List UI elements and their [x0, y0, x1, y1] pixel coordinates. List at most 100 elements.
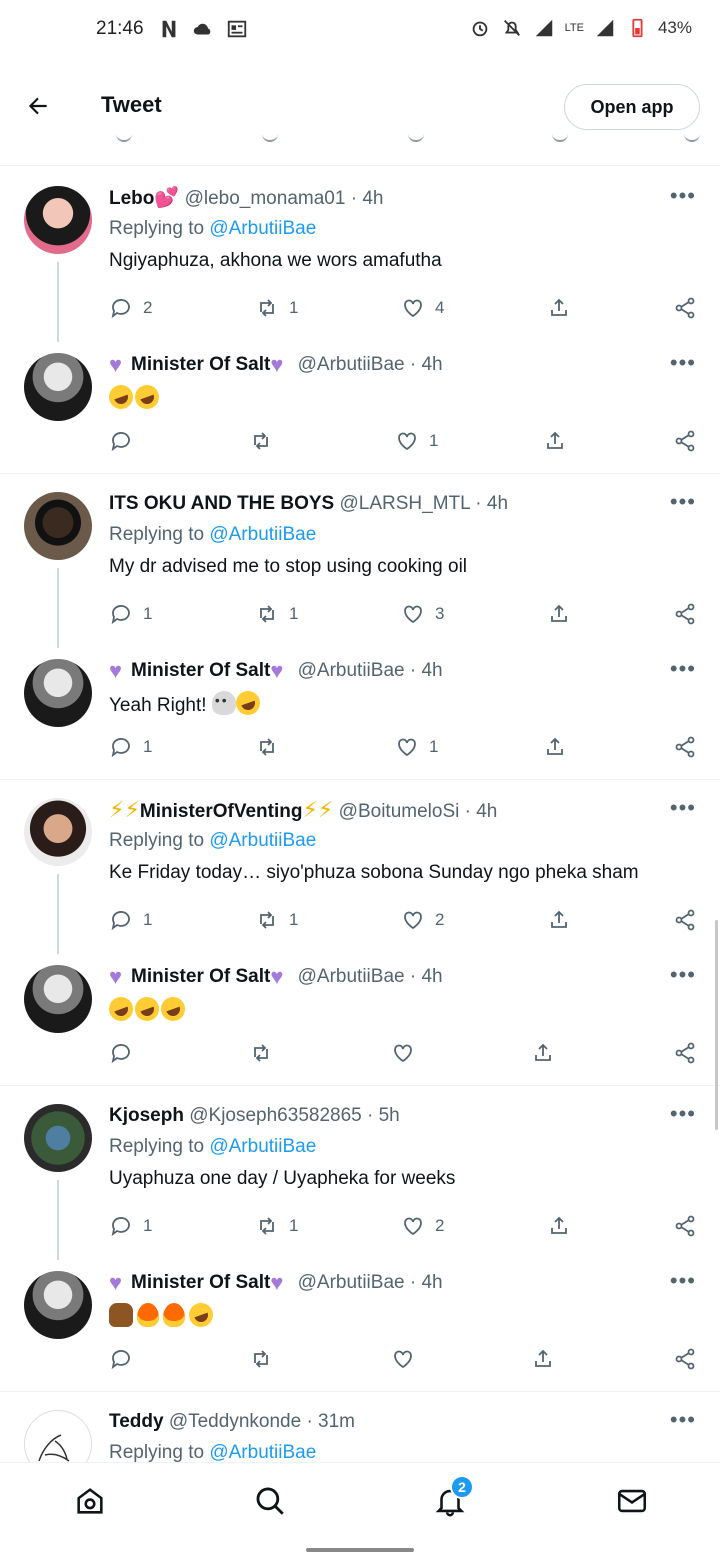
back-button[interactable]	[22, 90, 54, 122]
more-share-button[interactable]	[673, 1347, 697, 1371]
open-app-button[interactable]: Open app	[564, 84, 700, 130]
author-handle[interactable]: @ArbutiiBae	[298, 354, 405, 375]
reply-button[interactable]: 1	[109, 735, 152, 759]
more-share-button[interactable]	[673, 1041, 697, 1065]
author-handle[interactable]: @Kjoseph63582865	[189, 1105, 361, 1126]
author-name[interactable]: Minister Of Salt	[131, 1272, 270, 1293]
like-button[interactable]: 4	[401, 296, 444, 320]
more-options-button[interactable]: •••	[670, 964, 696, 986]
more-share-button[interactable]	[673, 1214, 697, 1238]
mention-link[interactable]: @ArbutiiBae	[209, 524, 316, 545]
author-reply[interactable]: ♥ Minister Of Salt♥ @ArbutiiBae · 4h ••• …	[0, 641, 720, 776]
like-button[interactable]: 1	[395, 735, 438, 759]
more-options-button[interactable]: •••	[670, 1103, 696, 1125]
author-name[interactable]: Kjoseph	[109, 1105, 184, 1126]
like-button[interactable]: 2	[401, 908, 444, 932]
reply-button[interactable]: 1	[109, 908, 152, 932]
tweet-time[interactable]: 5h	[379, 1105, 400, 1126]
tweet-time[interactable]: 4h	[421, 354, 442, 375]
author-reply[interactable]: ♥ Minister Of Salt♥ @ArbutiiBae · 4h •••	[0, 1253, 720, 1388]
tweet[interactable]: ITS OKU AND THE BOYS @LARSH_MTL · 4h •••…	[0, 474, 720, 648]
more-options-button[interactable]: •••	[670, 491, 696, 513]
retweet-button[interactable]: 1	[255, 296, 298, 320]
reply-button[interactable]: 1	[109, 602, 152, 626]
tweet-time[interactable]: 4h	[487, 493, 508, 514]
author-reply[interactable]: ♥ Minister Of Salt♥ @ArbutiiBae · 4h •••	[0, 947, 720, 1082]
share-button[interactable]	[547, 602, 571, 626]
share-button[interactable]	[547, 908, 571, 932]
mention-link[interactable]: @ArbutiiBae	[209, 1442, 316, 1462]
reply-button[interactable]	[109, 1347, 133, 1371]
tweet-time[interactable]: 4h	[421, 966, 442, 987]
author-name[interactable]: ITS OKU AND THE BOYS	[109, 493, 334, 514]
home-indicator[interactable]	[306, 1548, 414, 1552]
like-button[interactable]: 2	[401, 1214, 444, 1238]
author-handle[interactable]: @ArbutiiBae	[298, 966, 405, 987]
author-name[interactable]: Minister Of Salt	[131, 660, 270, 681]
avatar[interactable]	[24, 186, 92, 254]
avatar[interactable]	[24, 965, 92, 1033]
scrollbar[interactable]	[715, 920, 718, 1130]
author-name[interactable]: Minister Of Salt	[131, 966, 270, 987]
retweet-button[interactable]	[249, 429, 273, 453]
reply-button[interactable]	[109, 1041, 133, 1065]
retweet-button[interactable]	[249, 1347, 273, 1371]
author-handle[interactable]: @Teddynkonde	[169, 1411, 301, 1432]
share-button[interactable]	[547, 1214, 571, 1238]
tweet-time[interactable]: 4h	[476, 801, 497, 822]
avatar[interactable]	[24, 1410, 92, 1462]
more-share-button[interactable]	[673, 296, 697, 320]
more-options-button[interactable]: •••	[670, 1270, 696, 1292]
mention-link[interactable]: @ArbutiiBae	[209, 218, 316, 239]
avatar[interactable]	[24, 492, 92, 560]
like-button[interactable]: 3	[401, 602, 444, 626]
share-button[interactable]	[531, 1347, 555, 1371]
tweet-time[interactable]: 4h	[421, 660, 442, 681]
retweet-button[interactable]: 1	[255, 1214, 298, 1238]
avatar[interactable]	[24, 1104, 92, 1172]
avatar[interactable]	[24, 353, 92, 421]
retweet-button[interactable]	[255, 735, 279, 759]
share-button[interactable]	[531, 1041, 555, 1065]
author-reply[interactable]: ♥ Minister Of Salt♥ @ArbutiiBae · 4h ••• …	[0, 335, 720, 470]
more-share-button[interactable]	[673, 908, 697, 932]
avatar[interactable]	[24, 798, 92, 866]
author-handle[interactable]: @ArbutiiBae	[298, 1272, 405, 1293]
nav-search[interactable]	[250, 1481, 290, 1521]
like-button[interactable]	[391, 1347, 415, 1371]
reply-button[interactable]	[109, 429, 133, 453]
nav-home[interactable]	[70, 1481, 110, 1521]
like-button[interactable]	[391, 1041, 415, 1065]
more-options-button[interactable]: •••	[670, 797, 696, 819]
more-share-button[interactable]	[673, 429, 697, 453]
retweet-button[interactable]: 1	[255, 908, 298, 932]
more-options-button[interactable]: •••	[670, 1409, 696, 1431]
author-handle[interactable]: @ArbutiiBae	[298, 660, 405, 681]
more-options-button[interactable]: •••	[670, 658, 696, 680]
tweet[interactable]: Lebo💕 @lebo_monama01 · 4h ••• Replying t…	[0, 168, 720, 342]
tweet[interactable]: Kjoseph @Kjoseph63582865 · 5h ••• Replyi…	[0, 1086, 720, 1260]
tweet-time[interactable]: 4h	[362, 188, 383, 209]
retweet-button[interactable]: 1	[255, 602, 298, 626]
reply-button[interactable]: 2	[109, 296, 152, 320]
author-name[interactable]: MinisterOfVenting	[140, 801, 303, 822]
more-options-button[interactable]: •••	[670, 352, 696, 374]
tweet-time[interactable]: 31m	[318, 1411, 355, 1432]
author-handle[interactable]: @LARSH_MTL	[339, 493, 470, 514]
tweet[interactable]: Teddy @Teddynkonde · 31m ••• Replying to…	[0, 1392, 720, 1462]
avatar[interactable]	[24, 1271, 92, 1339]
retweet-button[interactable]	[249, 1041, 273, 1065]
share-button[interactable]	[543, 735, 567, 759]
share-button[interactable]	[547, 296, 571, 320]
like-button[interactable]: 1	[395, 429, 438, 453]
tweet[interactable]: ⚡⚡MinisterOfVenting⚡⚡ @BoitumeloSi · 4h …	[0, 780, 720, 954]
author-name[interactable]: Lebo	[109, 188, 154, 209]
more-share-button[interactable]	[673, 602, 697, 626]
author-name[interactable]: Teddy	[109, 1411, 164, 1432]
nav-messages[interactable]	[612, 1481, 652, 1521]
share-button[interactable]	[543, 429, 567, 453]
mention-link[interactable]: @ArbutiiBae	[209, 1136, 316, 1157]
tweet-time[interactable]: 4h	[421, 1272, 442, 1293]
author-name[interactable]: Minister Of Salt	[131, 354, 270, 375]
author-handle[interactable]: @lebo_monama01	[185, 188, 346, 209]
